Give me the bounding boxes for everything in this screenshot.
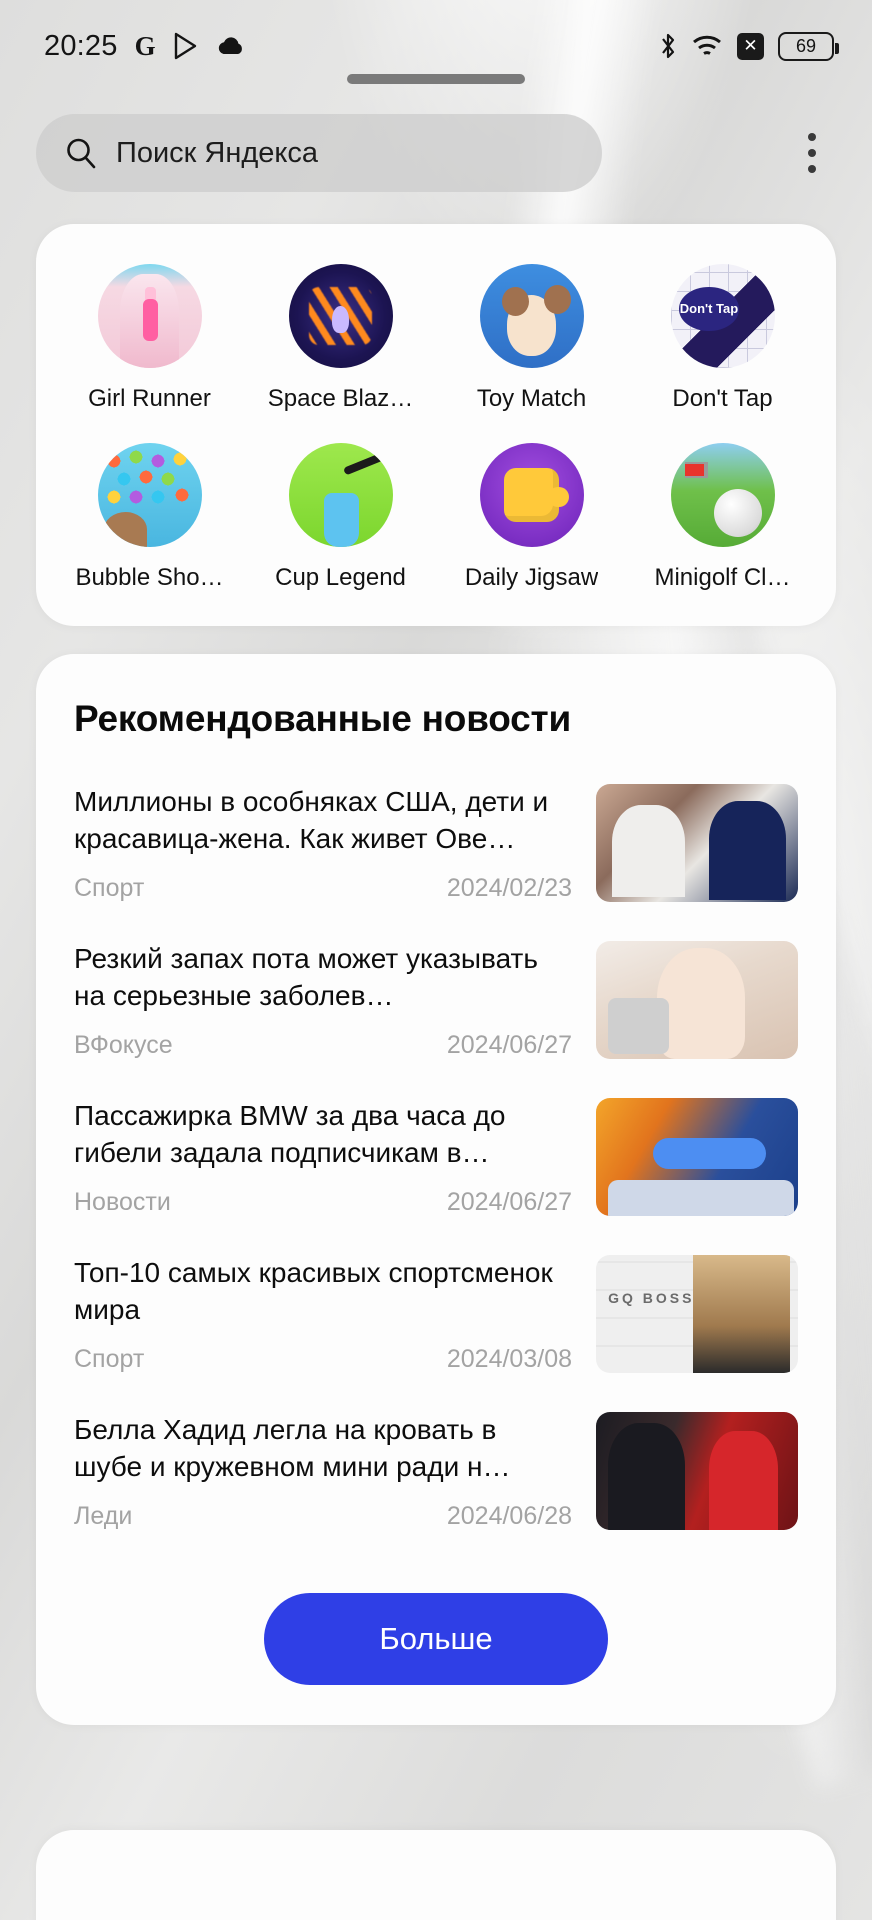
news-item[interactable]: Топ-10 самых красивых спортсменок мира С… [74, 1237, 798, 1394]
news-date: 2024/02/23 [446, 873, 572, 902]
game-label: Cup Legend [275, 564, 406, 591]
bottom-partial-card[interactable] [36, 1830, 836, 1920]
game-label: Space Blaz… [267, 385, 414, 412]
girl-runner-icon [97, 264, 202, 368]
news-thumbnail [596, 1411, 798, 1530]
news-text: Миллионы в особняках США, дети и красави… [74, 784, 572, 903]
game-tile[interactable]: Toy Match [436, 264, 627, 413]
status-bar-right: ✕ 69 [659, 31, 839, 61]
play-store-icon [173, 32, 199, 60]
google-icon: G [134, 30, 156, 61]
home-gesture-indicator[interactable] [347, 74, 525, 84]
news-headline: Резкий запах пота может указывать на сер… [74, 942, 538, 1011]
game-tile[interactable]: Don't Tap [627, 264, 818, 413]
game-tile[interactable]: Space Blaz… [245, 264, 436, 413]
wifi-icon [691, 33, 723, 59]
news-thumbnail [596, 940, 798, 1059]
news-meta: Спорт 2024/03/08 [74, 1345, 572, 1374]
search-placeholder: Поиск Яндекса [116, 136, 319, 169]
game-tile[interactable]: Cup Legend [245, 443, 436, 592]
games-grid: Girl Runner Space Blaz… Toy Match Don't … [54, 264, 818, 592]
news-date: 2024/06/28 [446, 1501, 572, 1530]
news-thumbnail [596, 1097, 798, 1216]
game-label: Girl Runner [88, 385, 211, 412]
news-source: Спорт [74, 1344, 145, 1373]
news-headline: Пассажирка BMW за два часа до гибели зад… [74, 1099, 506, 1168]
dont-tap-icon [670, 264, 775, 368]
status-bar-left: 20:25 G [44, 30, 246, 63]
cup-legend-icon [288, 443, 393, 547]
game-tile[interactable]: Bubble Sho… [54, 443, 245, 592]
news-thumbnail [596, 1254, 798, 1373]
game-tile[interactable]: Minigolf Cl… [627, 443, 818, 592]
news-headline: Белла Хадид легла на кровать в шубе и кр… [74, 1413, 511, 1482]
bluetooth-icon [659, 32, 677, 60]
news-item[interactable]: Белла Хадид легла на кровать в шубе и кр… [74, 1394, 798, 1551]
news-date: 2024/06/27 [446, 1030, 572, 1059]
news-section-title: Рекомендованные новости [74, 698, 572, 739]
bubble-shooter-icon [97, 443, 202, 547]
news-date: 2024/06/27 [446, 1187, 572, 1216]
game-label: Bubble Sho… [75, 564, 224, 591]
more-button-wrap: Больше [74, 1592, 798, 1685]
news-meta: Новости 2024/06/27 [74, 1188, 572, 1217]
news-text: Резкий запах пота может указывать на сер… [74, 941, 572, 1060]
news-item[interactable]: Резкий запах пота может указывать на сер… [74, 923, 798, 1080]
news-meta: Спорт 2024/02/23 [74, 874, 572, 903]
news-list: Миллионы в особняках США, дети и красави… [74, 766, 798, 1551]
news-source: Леди [74, 1501, 133, 1530]
toy-match-icon [479, 264, 584, 368]
kebab-dot [808, 133, 816, 141]
home-screen: 20:25 G ✕ 69 Поиск Яндекса Girl Runner S… [0, 0, 872, 1920]
news-meta: ВФокусе 2024/06/27 [74, 1031, 572, 1060]
game-label: Daily Jigsaw [464, 564, 599, 591]
news-item[interactable]: Пассажирка BMW за два часа до гибели зад… [74, 1080, 798, 1237]
daily-jigsaw-icon [479, 443, 584, 547]
game-label: Minigolf Cl… [654, 564, 791, 591]
news-headline: Топ-10 самых красивых спортсменок мира [74, 1256, 553, 1325]
news-text: Топ-10 самых красивых спортсменок мира С… [74, 1255, 572, 1374]
search-icon [64, 136, 98, 170]
news-meta: Леди 2024/06/28 [74, 1502, 572, 1531]
battery-level-label: 69 [795, 35, 817, 56]
game-tile[interactable]: Girl Runner [54, 264, 245, 413]
news-text: Белла Хадид легла на кровать в шубе и кр… [74, 1412, 572, 1531]
search-input[interactable]: Поиск Яндекса [36, 114, 602, 192]
news-card: Рекомендованные новости Миллионы в особн… [36, 654, 836, 1725]
cloud-icon [216, 35, 246, 57]
news-source: Спорт [74, 873, 145, 902]
games-card: Girl Runner Space Blaz… Toy Match Don't … [36, 224, 836, 626]
game-tile[interactable]: Daily Jigsaw [436, 443, 627, 592]
game-label: Toy Match [476, 385, 587, 412]
no-sim-icon: ✕ [737, 32, 764, 60]
news-item[interactable]: Миллионы в особняках США, дети и красави… [74, 766, 798, 923]
minigolf-club-icon [670, 443, 775, 547]
news-source: ВФокусе [74, 1030, 173, 1059]
news-text: Пассажирка BMW за два часа до гибели зад… [74, 1098, 572, 1217]
kebab-dot [808, 165, 816, 173]
news-source: Новости [74, 1187, 171, 1216]
status-bar-clock: 20:25 [44, 29, 118, 62]
space-blazer-icon [288, 264, 393, 368]
kebab-dot [808, 149, 816, 157]
battery-indicator: 69 [778, 31, 839, 61]
news-headline: Миллионы в особняках США, дети и красави… [74, 786, 549, 854]
news-date: 2024/03/08 [446, 1344, 572, 1373]
search-row: Поиск Яндекса [0, 92, 872, 202]
game-label: Don't Tap [672, 385, 773, 412]
more-button[interactable]: Больше [264, 1592, 608, 1685]
news-thumbnail [596, 784, 798, 902]
overflow-menu-button[interactable] [790, 123, 834, 183]
